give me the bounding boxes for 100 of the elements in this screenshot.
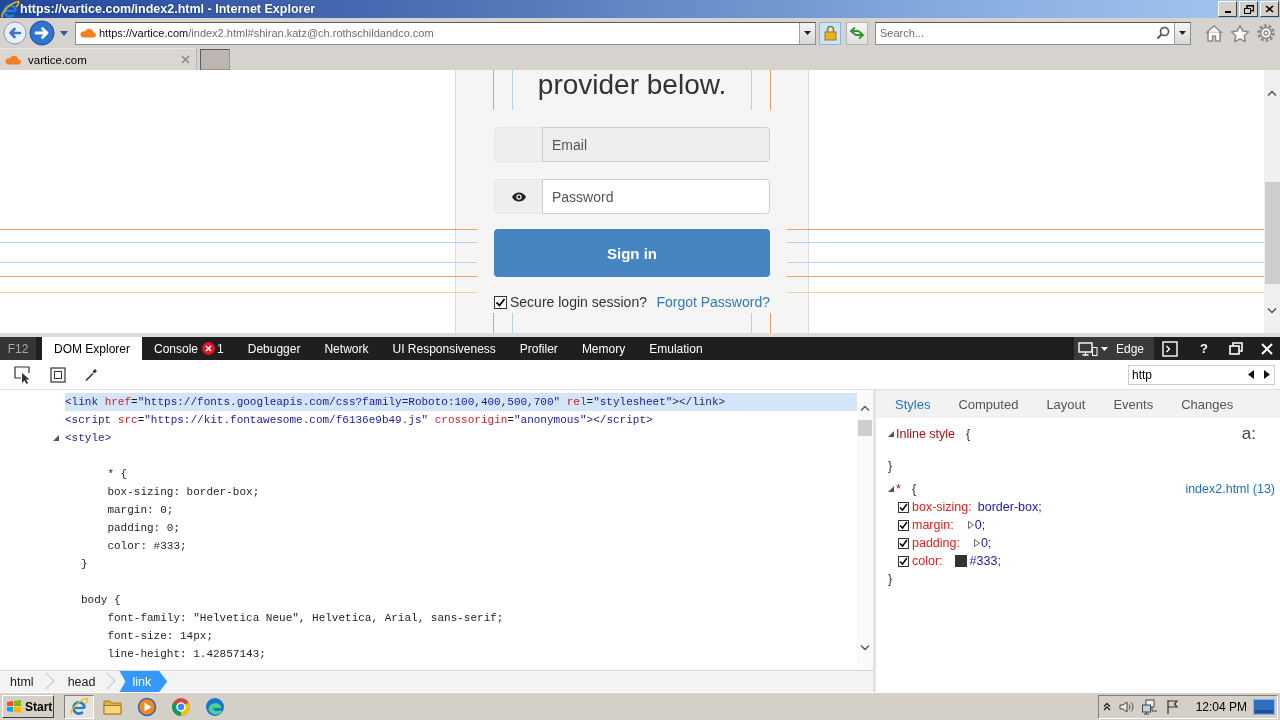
devtools-tab[interactable]: Memory [569, 337, 638, 360]
guide-line [770, 70, 771, 110]
home-icon[interactable] [1204, 24, 1224, 42]
chevron-down-icon[interactable] [1267, 308, 1277, 314]
checkbox[interactable] [898, 519, 909, 531]
devtools-tab[interactable]: UI Responsiveness [380, 337, 508, 360]
settings-icon[interactable] [1256, 23, 1276, 43]
arrow-right-icon[interactable] [29, 20, 55, 46]
error-icon [202, 342, 216, 355]
panel-tab[interactable]: Events [1113, 396, 1154, 412]
panel-tab[interactable]: Styles [895, 396, 931, 412]
media-player-icon [137, 696, 157, 717]
flag-icon[interactable] [1165, 698, 1180, 715]
show-desktop-icon[interactable] [1253, 698, 1275, 715]
cloud-icon [80, 28, 96, 38]
address-field[interactable]: https://vartice.com/index2.html#shiran.katz@ch.rothschildandco.com [75, 21, 816, 45]
css-property-name: color: [912, 554, 943, 568]
close-button[interactable] [1260, 1, 1279, 17]
checkbox[interactable] [898, 501, 909, 513]
caret-down-icon[interactable] [60, 30, 68, 36]
devtools-tab[interactable]: DOM Explorer [42, 337, 142, 360]
search-field[interactable]: Search... [875, 21, 1191, 45]
breadcrumb-item[interactable]: html [0, 671, 58, 692]
console-icon[interactable] [1162, 340, 1179, 357]
padlock-icon [823, 25, 837, 41]
window-title: https://vartice.com/index2.html - Internet Explorer [20, 2, 316, 16]
refresh-button[interactable] [846, 21, 868, 45]
expand-triangle-icon[interactable] [973, 539, 980, 547]
caret-right-icon[interactable] [1264, 369, 1270, 379]
speaker-icon[interactable] [1117, 699, 1134, 714]
arrow-left-icon[interactable] [3, 21, 27, 45]
devtools-tab[interactable]: Console 1 [142, 337, 236, 360]
email-field[interactable]: Email [542, 127, 770, 162]
sign-in-button[interactable]: Sign in [494, 229, 770, 277]
refresh-arrows-icon [849, 26, 865, 40]
dropdown-button[interactable] [799, 22, 815, 44]
scrollbar-thumb[interactable] [858, 420, 872, 436]
dom-node[interactable]: <script src="https://kit.fontawesome.com/f6136e9b49.js" crossorigin="anonymous"></script> [65, 411, 653, 429]
panel-tab[interactable]: Layout [1046, 396, 1086, 412]
devtools-tab[interactable]: Emulation [637, 337, 715, 360]
restore-icon[interactable] [1229, 342, 1243, 355]
network-icon[interactable] [1140, 698, 1159, 715]
dom-node[interactable]: <link href="https://fonts.googleapis.com/css?family=Roboto:100,400,500,700" rel="stylesheet"></link> [65, 393, 857, 411]
code-line: body { [81, 593, 121, 608]
code-line: padding: 0; [106, 521, 181, 536]
box-outline-icon[interactable] [50, 366, 66, 383]
scrollbar-thumb[interactable] [1264, 182, 1280, 284]
restore-button[interactable] [1239, 1, 1258, 17]
css-property-name: margin: [912, 518, 954, 532]
expand-triangle-icon[interactable] [888, 431, 894, 437]
source-link[interactable]: index2.html (13) [1185, 482, 1275, 496]
browser-tab[interactable]: vartice.com [0, 48, 197, 70]
help-button[interactable]: ? [1200, 341, 1208, 356]
chevron-up-icon[interactable] [860, 405, 870, 411]
forgot-password-link[interactable]: Forgot Password? [656, 294, 770, 310]
guide-line [751, 313, 752, 333]
caret-down-icon [1101, 346, 1108, 351]
css-selector: Inline style [896, 427, 956, 441]
eyedropper-icon[interactable] [84, 367, 98, 382]
input-addon [494, 127, 542, 162]
start-button[interactable]: Start [2, 695, 54, 718]
devtools-tab[interactable]: Network [312, 337, 381, 360]
checkbox[interactable] [898, 537, 909, 549]
eye-icon[interactable] [510, 190, 527, 203]
caret-left-icon[interactable] [1248, 369, 1254, 379]
guide-line [770, 313, 771, 333]
devtools-tab[interactable]: Profiler [507, 337, 570, 360]
color-swatch[interactable] [954, 555, 967, 567]
chevron-down-icon[interactable] [860, 645, 870, 651]
dropdown-button[interactable] [1174, 22, 1190, 44]
breadcrumb-item[interactable]: head [57, 671, 120, 692]
code-brace: } [888, 458, 894, 475]
new-tab-button[interactable] [200, 49, 230, 70]
checkbox[interactable] [898, 555, 909, 567]
f12-label: F12 [0, 337, 36, 360]
search-icon[interactable] [1156, 26, 1170, 40]
dom-node[interactable]: <style> [65, 429, 112, 447]
devtools-tab[interactable]: Debugger [235, 337, 313, 360]
checkbox[interactable] [494, 295, 507, 309]
monitor-phone-icon [1078, 341, 1098, 356]
select-element-icon[interactable] [14, 365, 32, 384]
chevron-up-icon[interactable] [1102, 702, 1111, 711]
chevron-up-icon[interactable] [1267, 90, 1277, 96]
close-icon [1265, 5, 1274, 13]
guide-line [493, 313, 494, 333]
taskbar-button[interactable] [64, 694, 94, 719]
css-property-name: box-sizing: [912, 500, 972, 514]
password-field[interactable]: Password [542, 179, 770, 214]
document-mode-button[interactable]: Edge [1074, 337, 1155, 360]
star-icon[interactable] [1230, 23, 1250, 43]
panel-tab[interactable]: Computed [958, 396, 1019, 412]
guide-line [493, 70, 494, 110]
expand-triangle-icon[interactable] [967, 521, 974, 529]
expand-triangle-icon[interactable] [53, 435, 59, 441]
code-line: } [81, 557, 88, 572]
minimize-button[interactable] [1218, 1, 1237, 17]
expand-triangle-icon[interactable] [888, 486, 894, 492]
find-field[interactable]: http [1128, 364, 1275, 385]
panel-tab[interactable]: Changes [1181, 396, 1234, 412]
state-toggle-button[interactable]: a: [1241, 424, 1256, 444]
